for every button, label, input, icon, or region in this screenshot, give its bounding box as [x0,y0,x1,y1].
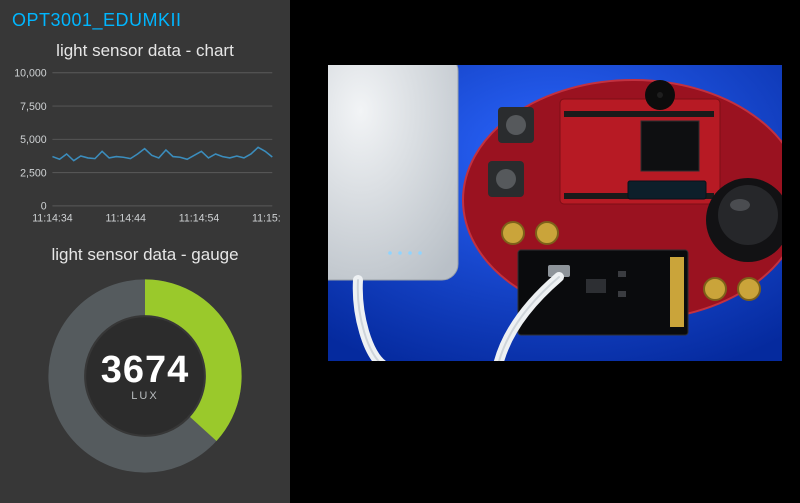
svg-text:0: 0 [41,201,47,213]
chart-section: light sensor data - chart 0 2,500 5,000 7,5… [6,41,284,231]
svg-text:11:14:54: 11:14:54 [179,212,220,224]
gauge-readout: 3674 LUX [40,271,250,481]
sensor-panel: OPT3001_EDUMKII light sensor data - char… [0,0,290,503]
svg-text:5,000: 5,000 [20,134,47,146]
donut-gauge: 3674 LUX [40,271,250,481]
gauge-unit: LUX [131,390,158,402]
hardware-photo-pane [290,0,800,503]
svg-text:7,500: 7,500 [20,101,47,113]
svg-text:11:15:05: 11:15:05 [252,212,280,224]
svg-text:10,000: 10,000 [14,68,47,80]
svg-text:2,500: 2,500 [20,167,47,179]
gauge-header: light sensor data - gauge [6,245,284,265]
panel-title: OPT3001_EDUMKII [6,8,284,41]
svg-text:11:14:44: 11:14:44 [105,212,146,224]
svg-text:11:14:34: 11:14:34 [32,212,73,224]
hardware-photo [328,65,782,361]
gauge-section: light sensor data - gauge 3674 LUX [6,245,284,481]
app-root: OPT3001_EDUMKII light sensor data - char… [0,0,800,503]
chart-header: light sensor data - chart [10,41,280,61]
gauge-value: 3674 [101,349,190,392]
line-chart: 0 2,500 5,000 7,500 10,000 11:14:34 11:14:44 11… [10,67,280,231]
